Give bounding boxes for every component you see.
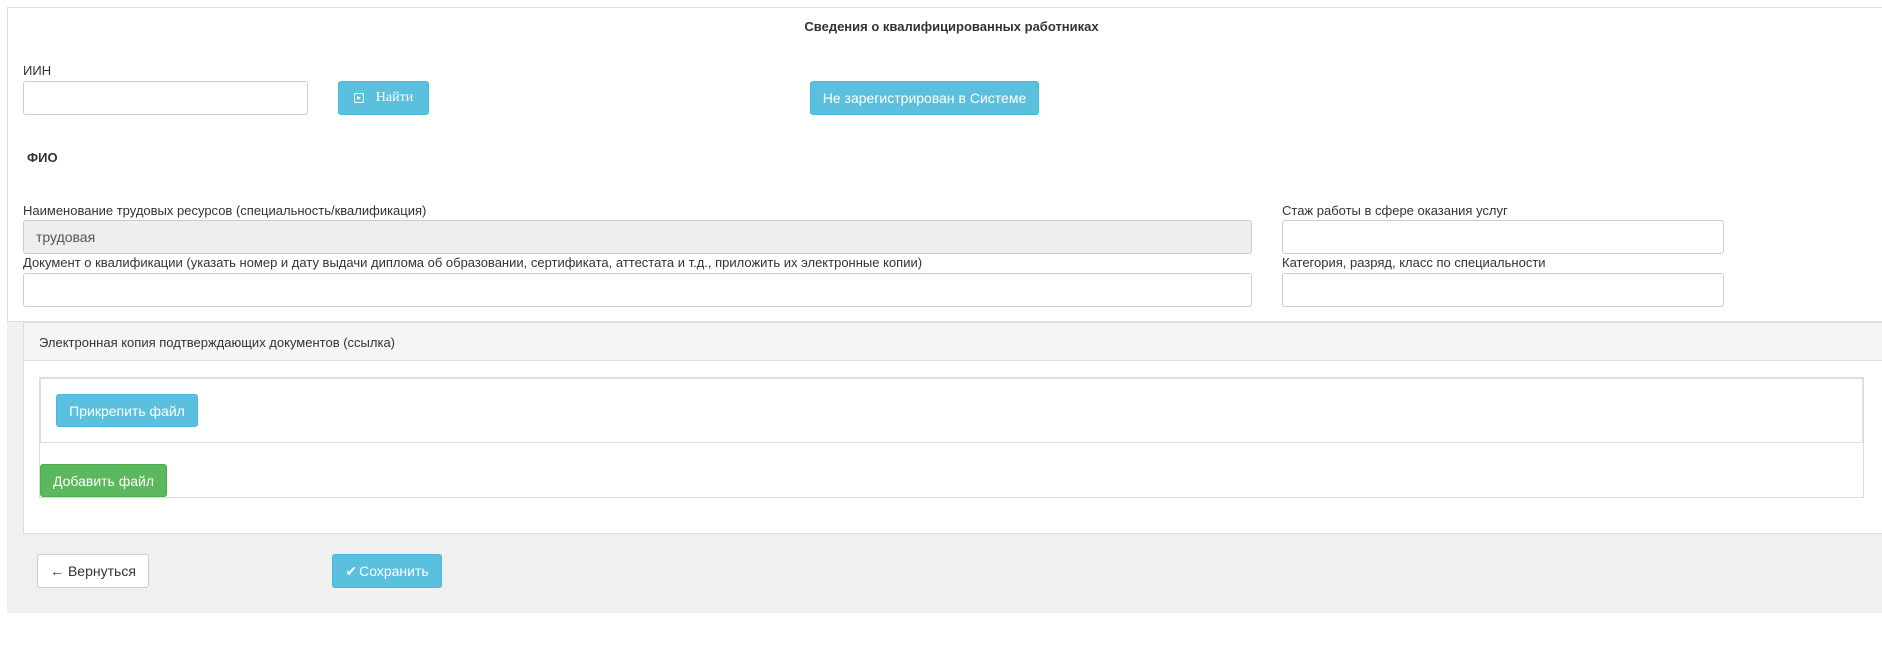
document-field[interactable] xyxy=(23,273,1252,307)
category-field[interactable] xyxy=(1282,273,1724,307)
category-label: Категория, разряд, класс по специальност… xyxy=(1282,255,1546,270)
attach-file-button[interactable]: Прикрепить файл xyxy=(56,394,198,427)
save-button-label: Сохранить xyxy=(359,563,429,579)
page-title: Сведения о квалифицированных работниках xyxy=(804,19,1099,34)
find-button-label: Найти xyxy=(375,90,414,105)
fio-label: ФИО xyxy=(27,150,58,165)
find-button[interactable]: Найти xyxy=(338,81,429,115)
back-button[interactable]: ← Вернуться xyxy=(37,554,149,588)
check-icon: ✔ xyxy=(345,562,358,579)
not-registered-label: Не зарегистрирован в Системе xyxy=(822,90,1027,106)
back-button-label: ← Вернуться xyxy=(50,563,136,579)
file-slot xyxy=(40,378,1863,443)
iin-label: ИИН xyxy=(23,63,52,78)
resource-name-field[interactable] xyxy=(23,220,1252,254)
attachments-heading: Электронная копия подтверждающих докумен… xyxy=(24,323,1882,361)
iin-input[interactable] xyxy=(23,81,308,115)
resource-name-label: Наименование трудовых ресурсов (специаль… xyxy=(23,203,427,218)
not-registered-button[interactable]: Не зарегистрирован в Системе xyxy=(810,81,1039,115)
document-label: Документ о квалификации (указать номер и… xyxy=(23,255,923,270)
add-file-button[interactable]: Добавить файл xyxy=(40,464,167,497)
save-button[interactable]: ✔ Сохранить xyxy=(332,554,442,588)
experience-label: Стаж работы в сфере оказания услуг xyxy=(1282,203,1508,218)
play-square-icon xyxy=(353,93,364,103)
attachments-heading-text: Электронная копия подтверждающих докумен… xyxy=(39,335,396,350)
experience-field[interactable] xyxy=(1282,220,1724,254)
add-file-label: Добавить файл xyxy=(52,472,155,489)
attach-file-label: Прикрепить файл xyxy=(69,402,185,419)
